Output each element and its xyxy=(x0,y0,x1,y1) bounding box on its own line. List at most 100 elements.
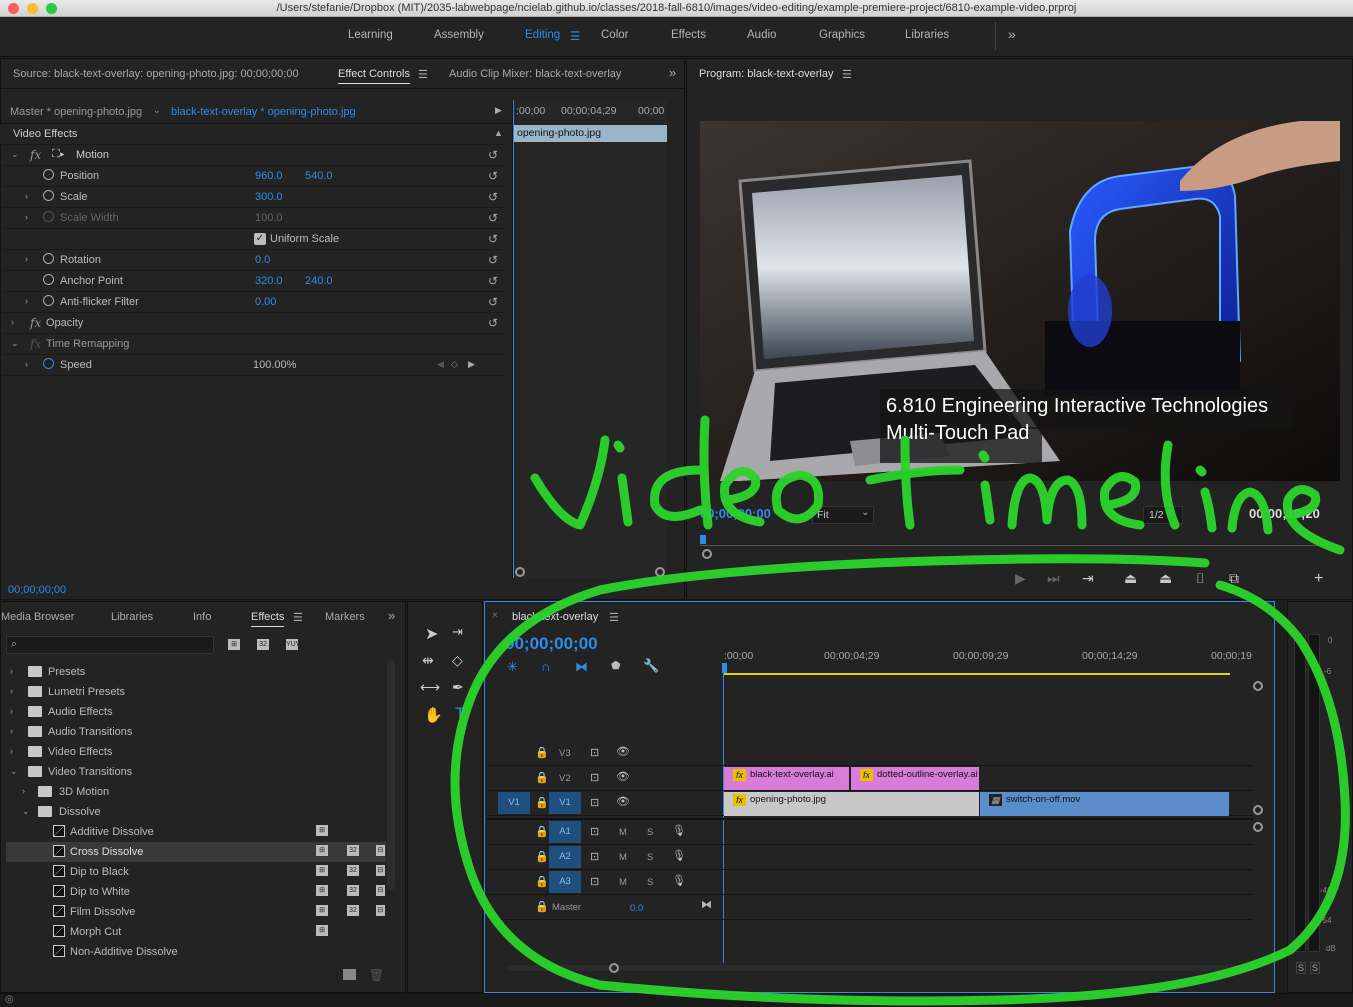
tree-item-non-additive-dissolve[interactable]: Non-Additive Dissolve xyxy=(8,942,388,962)
v-scroll-video-bottom[interactable] xyxy=(1253,805,1263,815)
microphone-icon[interactable]: 🎙 xyxy=(672,874,686,887)
next-keyframe-icon[interactable]: ▶ xyxy=(468,359,475,370)
solo-button[interactable]: S xyxy=(647,827,653,838)
v-scroll-audio-top[interactable] xyxy=(1253,822,1263,832)
workspace-graphics[interactable]: Graphics xyxy=(819,29,865,41)
track-label-a3[interactable]: A3 xyxy=(549,871,581,893)
lock-icon[interactable]: 🔒 xyxy=(535,771,549,784)
mini-playhead[interactable] xyxy=(513,100,514,578)
ripple-edit-tool-icon[interactable]: ⇹ xyxy=(422,652,434,669)
effects-search-input[interactable]: ⌕ xyxy=(6,636,214,654)
tree-item-dip-to-black[interactable]: Dip to Black ⊞ 32 ⊟ xyxy=(8,862,388,882)
yuv-effects-icon[interactable]: YUV xyxy=(286,639,300,650)
go-to-out-icon[interactable]: ⇥ xyxy=(1082,570,1094,587)
motion-transform-icon[interactable]: ⛶▸ xyxy=(52,148,65,161)
selection-tool-icon[interactable]: ➤ xyxy=(425,624,438,644)
track-select-tool-icon[interactable]: ⇥ xyxy=(452,624,463,640)
stopwatch-icon[interactable] xyxy=(43,253,54,264)
nest-icon[interactable]: ✳ xyxy=(507,659,518,675)
tree-item-video-transitions[interactable]: ⌄ Video Transitions xyxy=(8,762,388,782)
tab-effect-controls[interactable]: Effect Controls xyxy=(338,68,410,84)
twirl-right-icon[interactable]: › xyxy=(10,746,13,756)
twirl-down-icon[interactable]: ⌄ xyxy=(22,806,30,817)
panel-menu-icon[interactable]: ☰ xyxy=(609,611,619,624)
twirl-right-icon[interactable]: › xyxy=(25,254,28,264)
program-zoom-knob[interactable] xyxy=(702,549,712,559)
twirl-right-icon[interactable]: › xyxy=(10,706,13,716)
resolution-select[interactable]: 1/2 xyxy=(1143,506,1183,524)
camera-icon[interactable]: ⌷ xyxy=(1196,570,1204,587)
reset-icon[interactable]: ↺ xyxy=(488,190,498,204)
twirl-right-icon[interactable]: › xyxy=(11,317,14,327)
tree-item-video-effects[interactable]: › Video Effects xyxy=(8,742,388,762)
sync-lock-icon[interactable]: ⊡ xyxy=(590,875,599,888)
settings-wrench-icon[interactable]: 🔧 xyxy=(643,658,659,674)
lift-icon[interactable]: ⏏ xyxy=(1124,570,1137,587)
panel-menu-icon[interactable]: ☰ xyxy=(293,611,303,624)
twirl-down-icon[interactable]: ⌄ xyxy=(11,149,19,160)
panel-menu-icon[interactable]: ☰ xyxy=(842,68,852,81)
panel-menu-icon[interactable]: ☰ xyxy=(418,68,428,81)
panel-overflow-icon[interactable]: » xyxy=(388,608,395,623)
prev-keyframe-icon[interactable]: ◀ xyxy=(437,359,444,370)
lock-icon[interactable]: 🔒 xyxy=(535,746,549,759)
rotation-value[interactable]: 0.0 xyxy=(255,254,270,266)
program-scrubber[interactable] xyxy=(700,532,1340,546)
sequence-tab[interactable]: black-text-overlay xyxy=(512,611,598,623)
tab-effects[interactable]: Effects xyxy=(251,611,285,627)
reset-icon[interactable]: ↺ xyxy=(488,253,498,267)
reset-icon[interactable]: ↺ xyxy=(488,148,498,162)
solo-button[interactable]: S xyxy=(647,852,653,863)
close-tab-icon[interactable]: × xyxy=(492,610,498,621)
workspace-editing[interactable]: Editing xyxy=(525,29,560,41)
track-label-a2[interactable]: A2 xyxy=(549,846,581,868)
tree-item-dissolve[interactable]: ⌄ Dissolve xyxy=(8,802,388,822)
add-keyframe-icon[interactable]: ◇ xyxy=(451,359,458,370)
type-tool-icon[interactable]: T xyxy=(455,704,465,724)
razor-tool-icon[interactable]: ◇ xyxy=(452,652,463,669)
lock-icon[interactable]: 🔒 xyxy=(535,825,549,838)
reset-icon[interactable]: ↺ xyxy=(488,274,498,288)
reset-icon[interactable]: ↺ xyxy=(488,295,498,309)
lock-icon[interactable]: 🔒 xyxy=(535,850,549,863)
timeline-timecode[interactable]: 00;00;00;00 xyxy=(505,634,598,654)
eye-icon[interactable]: 👁 xyxy=(616,770,630,783)
v-scroll-top[interactable] xyxy=(1253,681,1263,691)
tree-item-cross-dissolve[interactable]: Cross Dissolve ⊞ 32 ⊟ xyxy=(6,842,386,862)
program-playhead[interactable] xyxy=(700,535,706,544)
step-forward-icon[interactable]: ⏭ xyxy=(1047,570,1060,587)
microphone-icon[interactable]: 🎙 xyxy=(672,824,686,837)
mute-button[interactable]: M xyxy=(619,877,627,888)
stopwatch-icon[interactable] xyxy=(43,274,54,285)
eye-icon[interactable]: 👁 xyxy=(616,745,630,758)
snap-magnet-icon[interactable]: ∩ xyxy=(541,659,550,674)
program-timecode-left[interactable]: 00;00;00;00 xyxy=(700,506,771,521)
stopwatch-icon[interactable] xyxy=(43,358,54,369)
panel-overflow-icon[interactable]: » xyxy=(669,65,676,80)
go-to-in-out-icon[interactable]: ⧓ xyxy=(701,898,712,911)
sync-lock-icon[interactable]: ⊡ xyxy=(590,796,599,809)
lock-icon[interactable]: 🔒 xyxy=(535,875,549,888)
reset-icon[interactable]: ↺ xyxy=(488,211,498,225)
clip-switch-on-off[interactable]: ▦ switch-on-off.mov xyxy=(980,792,1229,816)
workspace-learning[interactable]: Learning xyxy=(348,29,393,41)
mute-button[interactable]: M xyxy=(619,827,627,838)
tree-item-morph-cut[interactable]: Morph Cut ⊞ xyxy=(8,922,388,942)
add-marker-icon[interactable]: ⬟ xyxy=(611,659,621,672)
extract-icon[interactable]: ⏏ xyxy=(1159,570,1172,587)
stopwatch-icon[interactable] xyxy=(43,295,54,306)
fx-icon[interactable]: fx xyxy=(30,148,41,162)
track-label-v3[interactable]: V3 xyxy=(559,748,571,759)
mini-scroll-left[interactable] xyxy=(515,567,525,577)
tree-item-3d-motion[interactable]: › 3D Motion xyxy=(8,782,388,802)
anti-flicker-value[interactable]: 0.00 xyxy=(255,296,276,308)
reset-icon[interactable]: ↺ xyxy=(488,316,498,330)
tree-item-audio-transitions[interactable]: › Audio Transitions xyxy=(8,722,388,742)
mute-button[interactable]: M xyxy=(619,852,627,863)
clip-opening-photo[interactable]: fx opening-photo.jpg xyxy=(724,792,979,816)
compare-icon[interactable]: ⧉ xyxy=(1229,570,1239,587)
effect-controls-timecode[interactable]: 00;00;00;00 xyxy=(8,584,66,596)
twirl-right-icon[interactable]: › xyxy=(22,786,25,796)
twirl-down-icon[interactable]: ⌄ xyxy=(11,338,19,349)
trash-icon[interactable]: 🗑 xyxy=(369,968,384,982)
